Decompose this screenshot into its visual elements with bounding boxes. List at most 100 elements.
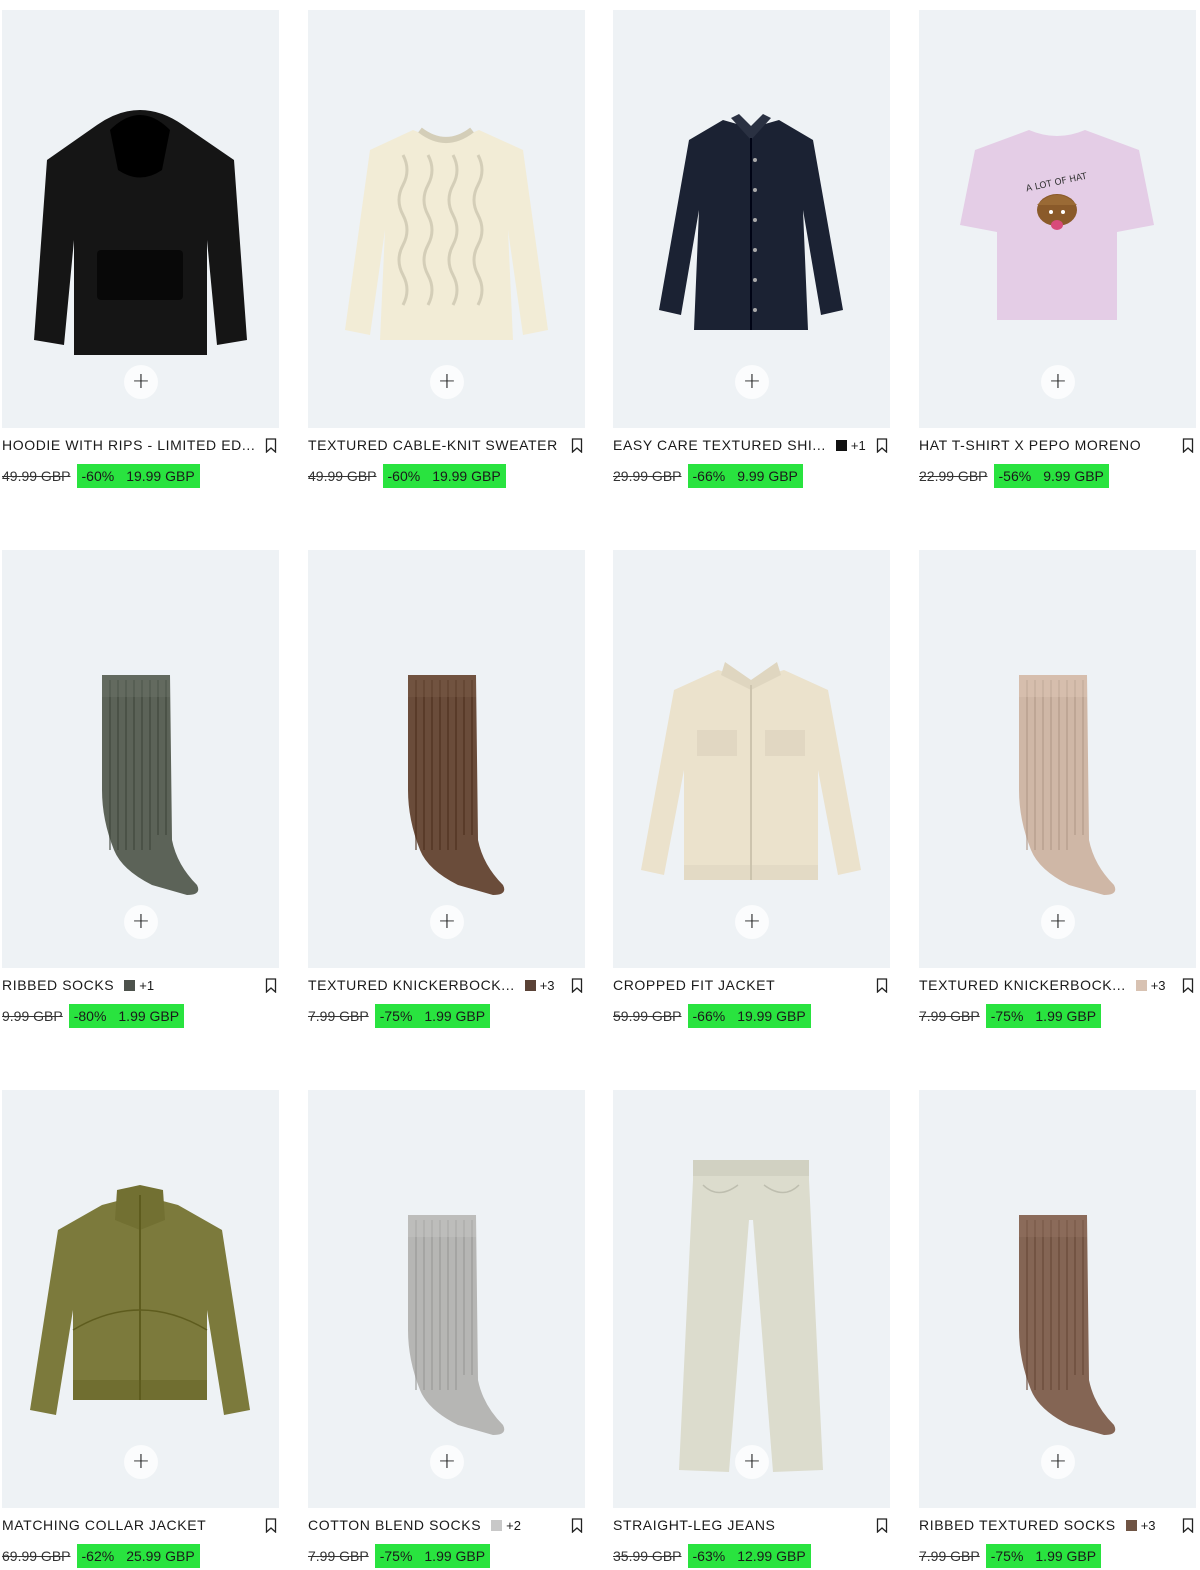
sale-price: 19.99 GBP — [432, 468, 501, 484]
add-to-cart-button[interactable]: + — [124, 905, 158, 939]
more-colors-count: +1 — [850, 437, 866, 453]
discount-percent: -75% — [990, 1008, 1024, 1024]
product-name[interactable]: STRAIGHT-LEG JEANS — [613, 1517, 776, 1533]
discount-percent: -62% — [81, 1548, 115, 1564]
product-image[interactable]: + — [308, 550, 585, 968]
product-image[interactable]: + — [2, 550, 279, 968]
add-to-cart-button[interactable]: + — [735, 1445, 769, 1479]
product-card[interactable]: + STRAIGHT-LEG JEANS 35.99 GBP -63% 12.9… — [611, 1090, 891, 1570]
color-options[interactable]: +2 — [491, 1518, 521, 1533]
original-price: 22.99 GBP — [919, 468, 988, 484]
bookmark-icon[interactable] — [570, 977, 584, 993]
bookmark-icon[interactable] — [875, 1517, 889, 1533]
bookmark-icon[interactable] — [570, 1517, 584, 1533]
original-price: 29.99 GBP — [613, 468, 682, 484]
product-card[interactable]: + CROPPED FIT JACKET 59.99 GBP -66% 19.9… — [611, 550, 891, 1030]
plus-icon: + — [131, 369, 151, 394]
price-row: 7.99 GBP -75% 1.99 GBP — [308, 1544, 491, 1568]
product-title-row: RIBBED TEXTURED SOCKS +3 — [919, 1516, 1195, 1534]
color-options[interactable]: +3 — [1135, 977, 1166, 993]
product-name[interactable]: MATCHING COLLAR JACKET — [2, 1517, 206, 1533]
add-to-cart-button[interactable]: + — [124, 365, 158, 399]
sale-price: 9.99 GBP — [737, 468, 798, 484]
product-image[interactable]: + — [308, 1090, 585, 1508]
add-to-cart-button[interactable]: + — [735, 365, 769, 399]
product-card[interactable]: + EASY CARE TEXTURED SHI... +1 29.99 GBP… — [611, 10, 891, 490]
product-name[interactable]: TEXTURED CABLE-KNIT SWEATER — [308, 437, 558, 453]
price-row: 7.99 GBP -75% 1.99 GBP — [308, 1004, 491, 1028]
plus-icon: + — [131, 1449, 151, 1474]
sale-badge: -75% 1.99 GBP — [985, 1004, 1102, 1028]
product-card[interactable]: + TEXTURED KNICKERBOCK... +3 7.99 GBP -7… — [917, 550, 1197, 1030]
product-name[interactable]: HOODIE WITH RIPS - LIMITED ED... — [2, 437, 255, 453]
product-card[interactable]: + TEXTURED CABLE-KNIT SWEATER 49.99 GBP … — [306, 10, 586, 490]
product-card[interactable]: A LOT OF HAT + HAT T-SHIRT X PEPO MORENO… — [917, 10, 1197, 490]
product-title-row: HOODIE WITH RIPS - LIMITED ED... — [2, 436, 278, 454]
product-name[interactable]: TEXTURED KNICKERBOCK... — [308, 977, 515, 993]
product-image[interactable]: + — [613, 550, 890, 968]
bookmark-icon[interactable] — [1181, 437, 1195, 453]
product-image[interactable]: + — [308, 10, 585, 428]
more-colors-count: +3 — [539, 977, 555, 993]
price-row: 59.99 GBP -66% 19.99 GBP — [613, 1004, 811, 1028]
product-card[interactable]: + RIBBED SOCKS +1 9.99 GBP -80% 1.99 GBP — [0, 550, 280, 1030]
original-price: 35.99 GBP — [613, 1548, 682, 1564]
product-image[interactable]: + — [2, 1090, 279, 1508]
add-to-cart-button[interactable]: + — [430, 1445, 464, 1479]
price-row: 49.99 GBP -60% 19.99 GBP — [2, 464, 200, 488]
bookmark-icon[interactable] — [875, 977, 889, 993]
product-image[interactable]: + — [919, 1090, 1196, 1508]
product-name[interactable]: RIBBED TEXTURED SOCKS — [919, 1517, 1116, 1533]
color-options[interactable]: +3 — [524, 977, 555, 993]
discount-percent: -60% — [81, 468, 115, 484]
product-card[interactable]: + COTTON BLEND SOCKS +2 7.99 GBP -75% 1.… — [306, 1090, 586, 1570]
more-colors-count: +1 — [139, 977, 155, 993]
bookmark-icon[interactable] — [570, 437, 584, 453]
discount-percent: -56% — [998, 468, 1032, 484]
color-options[interactable]: +3 — [1125, 1517, 1156, 1533]
product-card[interactable]: + HOODIE WITH RIPS - LIMITED ED... 49.99… — [0, 10, 280, 490]
original-price: 7.99 GBP — [308, 1008, 369, 1024]
bookmark-icon[interactable] — [264, 437, 278, 453]
add-to-cart-button[interactable]: + — [735, 905, 769, 939]
product-name[interactable]: HAT T-SHIRT X PEPO MORENO — [919, 437, 1141, 453]
sale-price: 25.99 GBP — [126, 1548, 195, 1564]
original-price: 7.99 GBP — [308, 1548, 369, 1564]
add-to-cart-button[interactable]: + — [124, 1445, 158, 1479]
product-card[interactable]: + RIBBED TEXTURED SOCKS +3 7.99 GBP -75%… — [917, 1090, 1197, 1570]
color-swatch — [124, 979, 136, 991]
product-name[interactable]: EASY CARE TEXTURED SHI... — [613, 437, 826, 453]
product-image[interactable]: + — [919, 550, 1196, 968]
discount-percent: -63% — [692, 1548, 726, 1564]
product-name[interactable]: COTTON BLEND SOCKS — [308, 1517, 481, 1533]
color-swatch — [491, 1519, 503, 1531]
add-to-cart-button[interactable]: + — [1041, 365, 1075, 399]
product-name[interactable]: TEXTURED KNICKERBOCK... — [919, 977, 1126, 993]
bookmark-icon[interactable] — [875, 437, 889, 453]
product-name[interactable]: RIBBED SOCKS — [2, 977, 114, 993]
product-image[interactable]: + — [2, 10, 279, 428]
color-options[interactable]: +1 — [835, 437, 866, 453]
plus-icon: + — [437, 909, 457, 934]
bookmark-icon[interactable] — [1181, 977, 1195, 993]
original-price: 69.99 GBP — [2, 1548, 71, 1564]
product-name[interactable]: CROPPED FIT JACKET — [613, 977, 775, 993]
more-colors-count: +3 — [1140, 1517, 1156, 1533]
more-colors-count: +3 — [1150, 977, 1166, 993]
bookmark-icon[interactable] — [264, 1517, 278, 1533]
price-row: 49.99 GBP -60% 19.99 GBP — [308, 464, 506, 488]
product-image[interactable]: A LOT OF HAT + — [919, 10, 1196, 428]
add-to-cart-button[interactable]: + — [1041, 905, 1075, 939]
color-options[interactable]: +1 — [124, 978, 154, 993]
bookmark-icon[interactable] — [264, 977, 278, 993]
add-to-cart-button[interactable]: + — [430, 365, 464, 399]
add-to-cart-button[interactable]: + — [1041, 1445, 1075, 1479]
original-price: 49.99 GBP — [2, 468, 71, 484]
product-image[interactable]: + — [613, 10, 890, 428]
sale-price: 1.99 GBP — [424, 1548, 486, 1564]
product-card[interactable]: + TEXTURED KNICKERBOCK... +3 7.99 GBP -7… — [306, 550, 586, 1030]
add-to-cart-button[interactable]: + — [430, 905, 464, 939]
product-image[interactable]: + — [613, 1090, 890, 1508]
product-card[interactable]: + MATCHING COLLAR JACKET 69.99 GBP -62% … — [0, 1090, 280, 1570]
bookmark-icon[interactable] — [1181, 1517, 1195, 1533]
